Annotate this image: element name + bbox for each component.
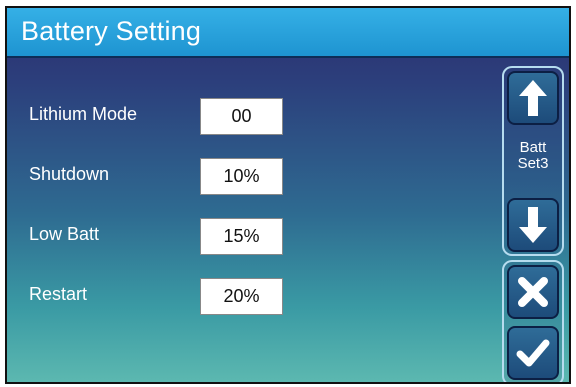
lithium-mode-label: Lithium Mode [29, 104, 138, 124]
restart-field[interactable]: 20% [200, 278, 283, 315]
confirm-button[interactable] [507, 326, 559, 380]
page-nav-group: Batt Set3 [502, 66, 564, 256]
cancel-button[interactable] [507, 265, 559, 319]
page-indicator: Batt Set3 [504, 140, 562, 172]
restart-label: Restart [29, 284, 88, 304]
shutdown-label: Shutdown [29, 164, 110, 184]
page-down-button[interactable] [507, 198, 559, 252]
page-indicator-line1: Batt [519, 139, 547, 156]
battery-setting-screen: Battery Setting Lithium Mode 00 Shutdown… [5, 6, 571, 384]
shutdown-field[interactable]: 10% [200, 158, 283, 195]
arrow-down-icon [519, 207, 547, 243]
lithium-mode-field[interactable]: 00 [200, 98, 283, 135]
page-indicator-line2: Set3 [517, 155, 549, 172]
page-title: Battery Setting [21, 16, 202, 46]
arrow-up-icon [519, 80, 547, 116]
action-group [502, 260, 564, 382]
title-bar: Battery Setting [7, 8, 569, 58]
low-batt-label: Low Batt [29, 224, 100, 244]
low-batt-field[interactable]: 15% [200, 218, 283, 255]
close-icon [518, 277, 548, 307]
page-up-button[interactable] [507, 71, 559, 125]
check-icon [516, 339, 550, 367]
